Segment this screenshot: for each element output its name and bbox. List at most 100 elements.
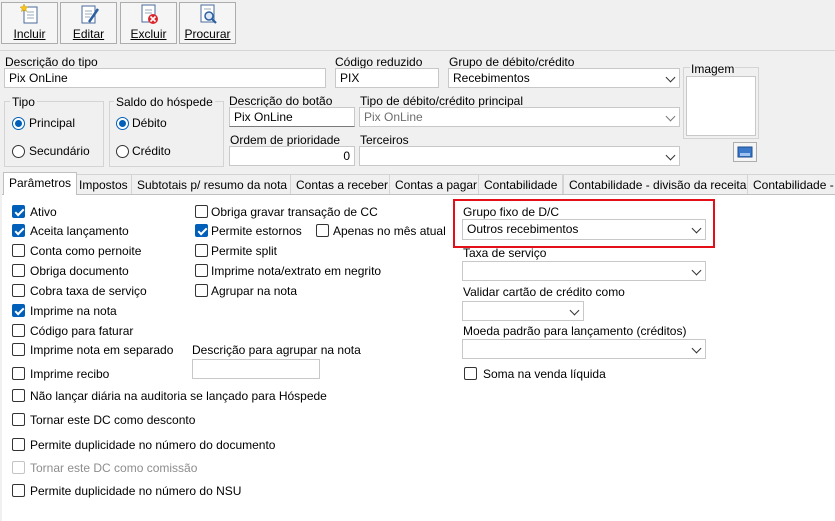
tipo-dc-label: Tipo de débito/crédito principal <box>360 94 523 108</box>
ordem-input[interactable]: 0 <box>229 146 355 166</box>
obriga-transacao-cc-checkbox[interactable] <box>195 205 208 218</box>
tipo-label: Tipo <box>10 95 37 109</box>
permite-estornos-checkbox[interactable] <box>195 224 208 237</box>
nao-lancar-diaria-label: Não lançar diária na auditoria se lançad… <box>30 389 327 403</box>
ordem-label: Ordem de prioridade <box>230 133 341 147</box>
aceita-lancamento-checkbox[interactable] <box>12 224 25 237</box>
imprime-recibo-checkbox[interactable] <box>12 367 25 380</box>
dc-comissao-label: Tornar este DC como comissão <box>30 461 198 475</box>
tipo-dc-select[interactable]: Pix OnLine <box>359 107 680 127</box>
tab-impostos[interactable]: Impostos <box>73 174 134 194</box>
dc-desconto-checkbox[interactable] <box>12 413 25 426</box>
grupo-select-value: Recebimentos <box>453 71 530 85</box>
tipo-dc-select-value: Pix OnLine <box>364 110 423 124</box>
apenas-mes-atual-label: Apenas no mês atual <box>333 224 446 238</box>
nao-lancar-diaria-checkbox[interactable] <box>12 389 25 402</box>
conta-pernoite-checkbox[interactable] <box>12 244 25 257</box>
soma-venda-label: Soma na venda líquida <box>483 367 606 381</box>
codigo-faturar-label: Código para faturar <box>30 324 134 338</box>
validar-cartao-label: Validar cartão de crédito como <box>463 285 625 299</box>
conta-pernoite-label: Conta como pernoite <box>30 244 142 258</box>
imprime-negrito-checkbox[interactable] <box>195 264 208 277</box>
excluir-button[interactable]: Excluir <box>120 2 177 44</box>
procurar-label: Procurar <box>184 27 231 41</box>
duplicidade-nsu-checkbox[interactable] <box>12 484 25 497</box>
chevron-down-icon <box>665 111 676 122</box>
duplicidade-documento-label: Permite duplicidade no número do documen… <box>30 438 276 452</box>
codigo-reduzido-input[interactable]: PIX <box>335 68 439 88</box>
tipo-secundario-label: Secundário <box>29 144 90 158</box>
permite-split-label: Permite split <box>211 244 278 258</box>
chevron-down-icon <box>569 305 580 316</box>
chevron-down-icon <box>691 343 702 354</box>
grupo-select[interactable]: Recebimentos <box>448 68 680 88</box>
agrupar-nota-checkbox[interactable] <box>195 284 208 297</box>
validar-cartao-select[interactable] <box>462 301 584 321</box>
chevron-down-icon <box>665 150 676 161</box>
tab-contas-pagar[interactable]: Contas a pagar <box>389 174 484 194</box>
procurar-button[interactable]: Procurar <box>179 2 236 44</box>
imprime-recibo-label: Imprime recibo <box>30 367 110 381</box>
aceita-lancamento-label: Aceita lançamento <box>30 224 129 238</box>
taxa-servico-select[interactable] <box>462 261 706 281</box>
descricao-botao-input[interactable]: Pix OnLine <box>229 107 355 127</box>
dc-desconto-label: Tornar este DC como desconto <box>30 413 196 427</box>
new-document-icon <box>18 3 41 25</box>
codigo-reduzido-label: Código reduzido <box>335 55 423 69</box>
codigo-faturar-checkbox[interactable] <box>12 324 25 337</box>
saldo-debito-radio[interactable] <box>116 117 129 130</box>
apenas-mes-atual-checkbox[interactable] <box>316 224 329 237</box>
saldo-credito-radio[interactable] <box>116 145 129 158</box>
grupo-fixo-select[interactable]: Outros recebimentos <box>462 219 706 240</box>
tab-bar: Parâmetros Impostos Subtotais p/ resumo … <box>0 172 835 195</box>
imprime-separado-checkbox[interactable] <box>12 343 25 356</box>
descricao-botao-label: Descrição do botão <box>229 94 333 108</box>
saldo-credito-label: Crédito <box>132 144 171 158</box>
editar-button[interactable]: Editar <box>60 2 117 44</box>
image-picker-button[interactable] <box>733 142 757 162</box>
chevron-down-icon <box>691 265 702 276</box>
descricao-agrupar-label: Descrição para agrupar na nota <box>192 343 361 357</box>
tab-contabilidade-more[interactable]: Contabilidade - <box>747 174 835 194</box>
duplicidade-nsu-label: Permite duplicidade no número do NSU <box>30 484 242 498</box>
moeda-select[interactable] <box>462 339 706 359</box>
obriga-documento-checkbox[interactable] <box>12 264 25 277</box>
tipo-principal-radio[interactable] <box>12 117 25 130</box>
cobra-taxa-checkbox[interactable] <box>12 284 25 297</box>
tipo-secundario-radio[interactable] <box>12 145 25 158</box>
picture-icon <box>737 146 753 158</box>
cobra-taxa-label: Cobra taxa de serviço <box>30 284 147 298</box>
tab-parametros[interactable]: Parâmetros <box>3 172 78 195</box>
tab-contabilidade-divisao[interactable]: Contabilidade - divisão da receita <box>563 174 753 194</box>
terceiros-select[interactable] <box>359 146 680 166</box>
incluir-label: Incluir <box>13 27 46 41</box>
chevron-down-icon <box>665 72 676 83</box>
descricao-agrupar-input[interactable] <box>192 359 320 379</box>
descricao-tipo-input[interactable]: Pix OnLine <box>4 68 326 88</box>
saldo-label: Saldo do hóspede <box>114 95 215 109</box>
imagem-label: Imagem <box>690 62 736 76</box>
toolbar: Incluir Editar Excluir Procurar <box>0 0 835 46</box>
imprime-nota-checkbox[interactable] <box>12 304 25 317</box>
taxa-servico-label: Taxa de serviço <box>463 246 547 260</box>
image-preview <box>686 76 756 136</box>
imprime-negrito-label: Imprime nota/extrato em negrito <box>211 264 382 278</box>
tab-contabilidade[interactable]: Contabilidade <box>478 174 564 194</box>
grupo-fixo-label: Grupo fixo de D/C <box>463 205 560 219</box>
chevron-down-icon <box>691 223 702 234</box>
saldo-debito-label: Débito <box>132 116 167 130</box>
tab-subtotais[interactable]: Subtotais p/ resumo da nota <box>131 174 294 194</box>
toolbar-divider <box>0 50 835 51</box>
obriga-documento-label: Obriga documento <box>30 264 129 278</box>
grupo-label: Grupo de débito/crédito <box>449 55 575 69</box>
tipo-principal-label: Principal <box>29 116 76 130</box>
incluir-button[interactable]: Incluir <box>1 2 58 44</box>
ativo-label: Ativo <box>30 205 57 219</box>
permite-split-checkbox[interactable] <box>195 244 208 257</box>
tab-contas-receber[interactable]: Contas a receber <box>290 174 395 194</box>
soma-venda-checkbox[interactable] <box>464 367 477 380</box>
search-document-icon <box>197 3 219 25</box>
duplicidade-documento-checkbox[interactable] <box>12 438 25 451</box>
grupo-fixo-select-value: Outros recebimentos <box>467 222 579 236</box>
ativo-checkbox[interactable] <box>12 205 25 218</box>
